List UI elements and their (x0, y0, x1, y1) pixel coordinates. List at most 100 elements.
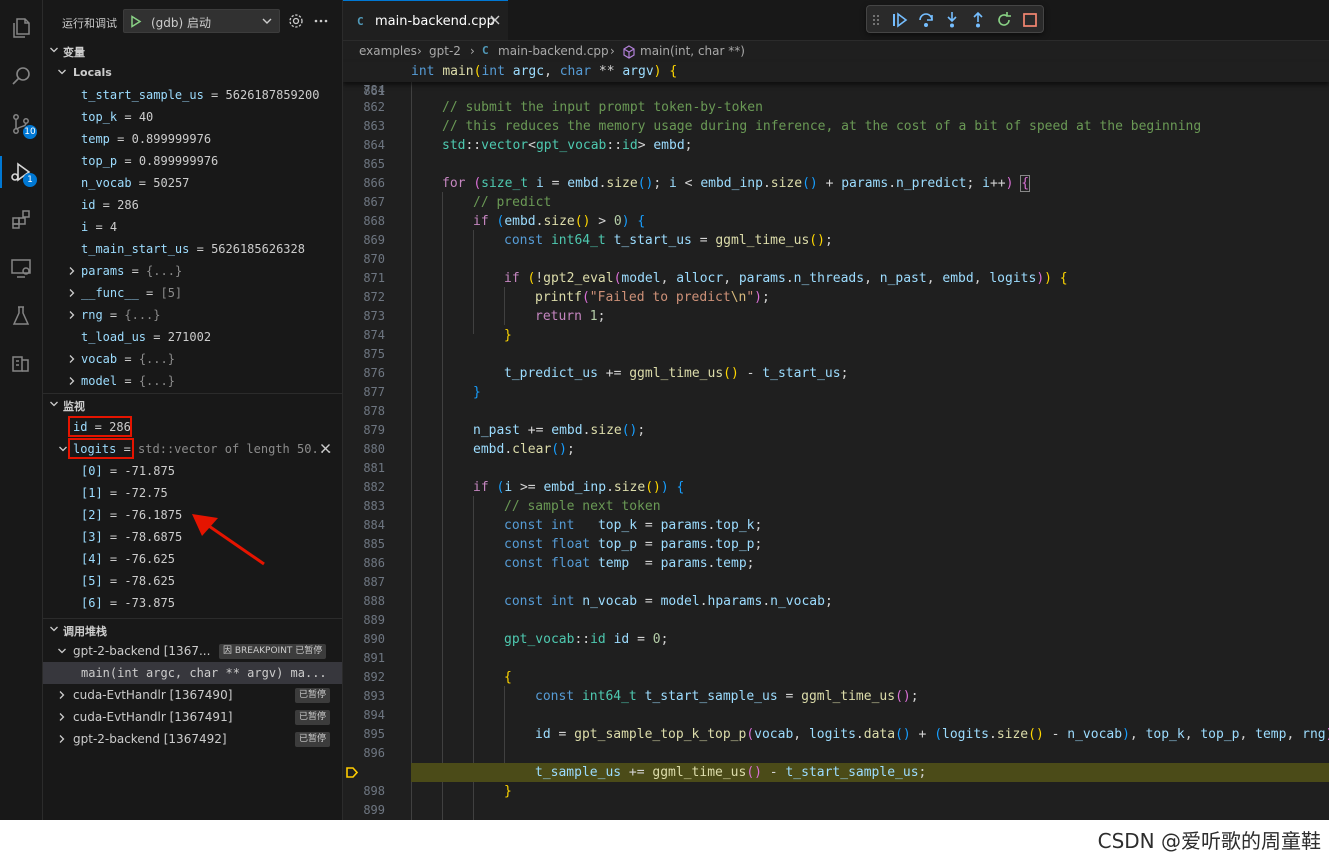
code-line[interactable]: 893 const int64_t t_start_sample_us = ggm… (343, 687, 1329, 706)
run-debug-icon[interactable]: 1 (5, 156, 37, 188)
chevron-right-icon[interactable] (67, 288, 77, 298)
code-line[interactable]: 870 (343, 250, 1329, 269)
chevron-right-icon[interactable] (67, 376, 77, 386)
breadcrumb-examples[interactable]: examples (359, 44, 417, 58)
variable-row[interactable]: t_load_us = 271002 (43, 326, 342, 348)
start-debugging-icon[interactable] (130, 15, 142, 28)
variable-row[interactable]: top_p = 0.899999976 (43, 150, 342, 172)
step-out-icon[interactable] (969, 11, 987, 29)
code-line[interactable]: 895 id = gpt_sample_top_k_top_p(vocab, lo… (343, 725, 1329, 744)
variable-row[interactable]: temp = 0.899999976 (43, 128, 342, 150)
code-line[interactable]: 891 (343, 649, 1329, 668)
thread-row[interactable]: cuda-EvtHandlr [1367490] 已暂停 (43, 684, 342, 706)
chevron-right-icon[interactable] (67, 266, 77, 276)
chevron-down-icon[interactable] (57, 646, 67, 656)
breadcrumb-file[interactable]: main-backend.cpp (498, 44, 609, 58)
restart-icon[interactable] (995, 11, 1013, 29)
code-line[interactable]: 878 (343, 402, 1329, 421)
source-control-icon[interactable]: 10 (5, 108, 37, 140)
chevron-right-icon[interactable] (67, 354, 77, 364)
thread-row[interactable]: cuda-EvtHandlr [1367491] 已暂停 (43, 706, 342, 728)
variable-row[interactable]: model = {...} (43, 370, 342, 392)
code-line[interactable]: 873 return 1; (343, 307, 1329, 326)
code-line[interactable]: 874} (343, 326, 1329, 345)
chevron-right-icon[interactable] (57, 712, 67, 722)
code-line[interactable]: 877} (343, 383, 1329, 402)
remote-explorer-icon[interactable] (5, 252, 37, 284)
cmake-icon[interactable] (5, 348, 37, 380)
tab-main-backend-cpp[interactable]: C main-backend.cpp (343, 0, 508, 40)
code-line[interactable]: 867// predict (343, 193, 1329, 212)
watch-child-row[interactable]: [0] = -71.875 (43, 460, 342, 482)
code-line[interactable]: 886 const float temp = params.temp; (343, 554, 1329, 573)
code-line[interactable]: 889 (343, 611, 1329, 630)
code-line[interactable]: 881 (343, 459, 1329, 478)
code-line[interactable]: 885 const float top_p = params.top_p; (343, 535, 1329, 554)
variable-row[interactable]: rng = {...} (43, 304, 342, 326)
watch-child-row[interactable]: [5] = -78.625 (43, 570, 342, 592)
callstack-section-header[interactable]: 调用堆栈 (43, 619, 342, 641)
code-line[interactable]: 865 (343, 155, 1329, 174)
variables-section-header[interactable]: 变量 (43, 40, 342, 62)
code-area[interactable]: 861 862// submit the input prompt token-… (343, 82, 1329, 820)
variable-row[interactable]: t_main_start_us = 5626185626328 (43, 238, 342, 260)
code-line[interactable]: 888 const int n_vocab = model.hparams.n_v… (343, 592, 1329, 611)
sticky-line[interactable]: 784 int main(int argc, char ** argv) { (343, 62, 1329, 97)
code-line[interactable]: 899 (343, 801, 1329, 820)
variable-row[interactable]: top_k = 40 (43, 106, 342, 128)
code-line[interactable]: 875 (343, 345, 1329, 364)
variable-row[interactable]: i = 4 (43, 216, 342, 238)
breadcrumb-gpt2[interactable]: gpt-2 (429, 44, 461, 58)
explorer-icon[interactable] (5, 12, 37, 44)
more-actions-icon[interactable] (313, 13, 329, 29)
watch-child-row[interactable]: [1] = -72.75 (43, 482, 342, 504)
code-line[interactable]: 890 gpt_vocab::id id = 0; (343, 630, 1329, 649)
code-line[interactable]: 892{ (343, 668, 1329, 687)
chevron-right-icon[interactable] (67, 310, 77, 320)
code-line[interactable]: 862// submit the input prompt token-by-t… (343, 98, 1329, 117)
code-line[interactable]: 863// this reduces the memory usage duri… (343, 117, 1329, 136)
code-line[interactable]: 898} (343, 782, 1329, 801)
variable-row[interactable]: n_vocab = 50257 (43, 172, 342, 194)
gear-icon[interactable] (288, 13, 304, 29)
locals-scope[interactable]: Locals (43, 62, 342, 84)
search-icon[interactable] (5, 60, 37, 92)
code-line[interactable]: 896 (343, 744, 1329, 763)
variable-row[interactable]: __func__ = [5] (43, 282, 342, 304)
code-line[interactable]: 882 if (i >= embd_inp.size()) { (343, 478, 1329, 497)
launch-config-select[interactable]: (gdb) 启动 (123, 9, 280, 33)
chevron-right-icon[interactable] (57, 690, 67, 700)
code-line[interactable]: 868 if (embd.size() > 0) { (343, 212, 1329, 231)
extensions-icon[interactable] (5, 204, 37, 236)
chevron-down-icon[interactable] (58, 444, 68, 454)
code-line[interactable]: 864 std::vector<gpt_vocab::id> embd; (343, 136, 1329, 155)
sticky-scroll[interactable]: 784 int main(int argc, char ** argv) { (343, 62, 1329, 97)
step-into-icon[interactable] (943, 11, 961, 29)
watch-child-row[interactable]: [6] = -73.875 (43, 592, 342, 614)
remove-expression-icon[interactable] (320, 443, 331, 454)
variable-row[interactable]: id = 286 (43, 194, 342, 216)
drag-handle-icon[interactable] (871, 11, 881, 29)
code-line[interactable]: 883// sample next token (343, 497, 1329, 516)
current-execution-line[interactable]: 897 t_sample_us += ggml_time_us() - t_st… (343, 763, 1329, 782)
variable-row[interactable]: t_start_sample_us = 5626187859200 (43, 84, 342, 106)
code-line[interactable]: 894 (343, 706, 1329, 725)
thread-row[interactable]: gpt-2-backend [1367492] 已暂停 (43, 728, 342, 750)
variable-row[interactable]: vocab = {...} (43, 348, 342, 370)
stop-icon[interactable] (1021, 11, 1039, 29)
watch-section-header[interactable]: 监视 (43, 394, 342, 416)
code-line[interactable]: 866 for (size_t i = embd.size(); i < embd… (343, 174, 1329, 193)
stack-frame-row[interactable]: main(int argc, char ** argv) ma... (43, 662, 342, 684)
code-line[interactable]: 869 const int64_t t_start_us = ggml_time_… (343, 231, 1329, 250)
chevron-right-icon[interactable] (57, 734, 67, 744)
code-line[interactable]: 879 n_past += embd.size(); (343, 421, 1329, 440)
testing-icon[interactable] (5, 300, 37, 332)
thread-row[interactable]: gpt-2-backend [1367... 因 BREAKPOINT 已暂停 (43, 640, 342, 662)
continue-icon[interactable] (891, 11, 909, 29)
breadcrumb-symbol[interactable]: main(int, char **) (640, 44, 745, 58)
close-icon[interactable] (489, 14, 501, 26)
code-line[interactable]: 871 if (!gpt2_eval(model, allocr, params.… (343, 269, 1329, 288)
code-line[interactable]: 876 t_predict_us += ggml_time_us() - t_st… (343, 364, 1329, 383)
step-over-icon[interactable] (917, 11, 935, 29)
code-line[interactable]: 872 printf("Failed to predict\n"); (343, 288, 1329, 307)
